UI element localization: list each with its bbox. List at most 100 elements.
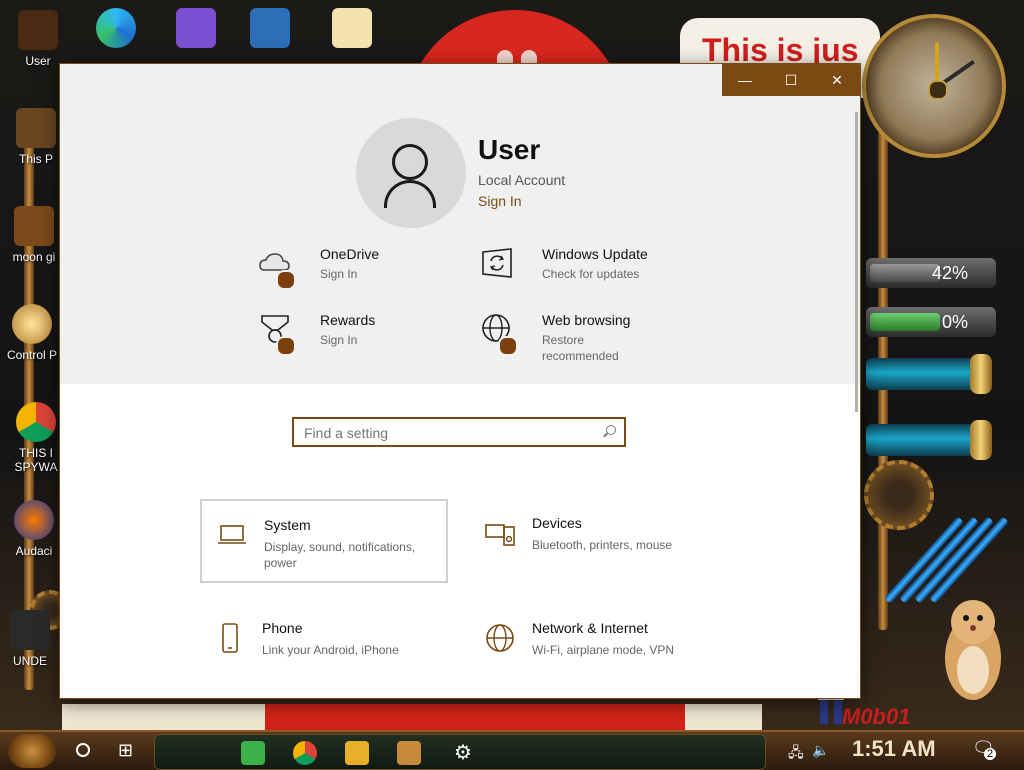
category-subtitle: Link your Android, iPhone bbox=[262, 643, 399, 657]
visual-studio-icon bbox=[176, 8, 216, 48]
notification-center-icon[interactable]: 🗨 2 bbox=[972, 738, 997, 760]
desktop-icon-this-pc[interactable]: This P bbox=[6, 108, 66, 166]
chrome-icon bbox=[16, 402, 56, 442]
desktop-icon-virtualbox[interactable] bbox=[240, 8, 300, 52]
category-title: Network & Internet bbox=[532, 620, 648, 636]
quick-link-subtitle: Sign In bbox=[320, 333, 358, 347]
desktop-icon-label: This P bbox=[18, 152, 53, 166]
search-circle-button[interactable] bbox=[76, 743, 90, 757]
settings-gear-icon[interactable]: ⚙ bbox=[451, 741, 475, 765]
edge-icon bbox=[96, 8, 136, 48]
desktop-icon-user[interactable]: User bbox=[8, 10, 68, 68]
cpu-meter: 42% bbox=[866, 258, 996, 288]
desktop-icon-edge[interactable] bbox=[86, 8, 146, 52]
start-button[interactable] bbox=[8, 734, 56, 768]
meter-fill bbox=[870, 313, 940, 331]
volume-muted-icon[interactable]: 🔈 bbox=[812, 742, 829, 759]
desktop-icon-label: Control P bbox=[6, 348, 58, 362]
desktop-icon-label: moon gi bbox=[12, 250, 56, 264]
search-icon[interactable] bbox=[606, 425, 616, 435]
phone-icon bbox=[222, 623, 238, 653]
desktop-icon-audacity[interactable]: Audaci bbox=[4, 500, 64, 558]
category-devices[interactable]: Devices Bluetooth, printers, mouse bbox=[470, 499, 718, 583]
wallpaper-red-strip bbox=[265, 704, 685, 730]
quick-link-title: Rewards bbox=[320, 312, 376, 328]
status-badge bbox=[276, 336, 296, 356]
file-explorer-icon[interactable] bbox=[345, 741, 369, 765]
desktop-icon-moon[interactable]: moon gi bbox=[4, 206, 64, 264]
clock-gadget bbox=[862, 14, 1006, 158]
tube-gauge bbox=[866, 354, 992, 394]
category-subtitle: Bluetooth, printers, mouse bbox=[532, 538, 673, 552]
meter-fill bbox=[870, 264, 940, 282]
quick-link-title: Web browsing bbox=[542, 312, 631, 328]
maximize-button[interactable]: ☐ bbox=[768, 64, 814, 96]
meter-percent: 42% bbox=[931, 263, 968, 283]
audacity-icon bbox=[14, 500, 54, 540]
pinned-apps-bar: ⚙ bbox=[154, 734, 766, 770]
desktop-icon-label: UNDE bbox=[12, 654, 47, 668]
category-title: Phone bbox=[262, 620, 303, 636]
hxd-icon bbox=[332, 8, 372, 48]
scrollbar[interactable] bbox=[855, 112, 858, 412]
moon-icon bbox=[14, 206, 54, 246]
network-globe-icon bbox=[486, 624, 514, 652]
desktop-icon-visual-studio[interactable] bbox=[166, 8, 226, 52]
account-name: User bbox=[478, 134, 541, 165]
network-tray-icon[interactable]: 🖧 bbox=[788, 742, 804, 766]
title-bar-controls: — ☐ ✕ bbox=[722, 64, 860, 96]
chrome-taskbar-icon[interactable] bbox=[293, 741, 317, 765]
desktop-icon-control-panel[interactable]: Control P bbox=[2, 304, 62, 362]
laptop-icon bbox=[218, 525, 246, 544]
desktop-icon-undertale[interactable]: UNDE bbox=[0, 610, 60, 668]
quick-link-subtitle: Restore recommended bbox=[542, 333, 619, 363]
clock-center-pin bbox=[928, 80, 948, 100]
quick-link-subtitle: Sign In bbox=[320, 267, 358, 281]
taskbar: ⊞ ⚙ 🖧 🔈 1:51 AM 🗨 2 bbox=[0, 730, 1024, 770]
brand-text: M0b01 bbox=[842, 704, 911, 729]
category-subtitle: Display, sound, notifications, power bbox=[264, 540, 416, 570]
settings-window: — ☐ ✕ User Local Account Sign In OneDriv… bbox=[60, 64, 860, 698]
minimize-button[interactable]: — bbox=[722, 64, 768, 96]
person-icon-body bbox=[384, 180, 436, 208]
category-system[interactable]: System Display, sound, notifications, po… bbox=[200, 499, 448, 583]
sign-in-link[interactable]: Sign In bbox=[478, 193, 522, 209]
computer-icon bbox=[16, 108, 56, 148]
avatar[interactable] bbox=[356, 118, 466, 228]
category-subtitle: Wi-Fi, airplane mode, VPN bbox=[532, 643, 675, 657]
tube-cap bbox=[970, 420, 992, 460]
keyboard-icon bbox=[485, 524, 515, 546]
category-phone[interactable]: Phone Link your Android, iPhone bbox=[200, 604, 448, 688]
quick-link-subtitle: Check for updates bbox=[542, 267, 640, 281]
lightbulb-icon bbox=[12, 304, 52, 344]
desktop-icon-chrome[interactable]: THIS I SPYWA bbox=[6, 402, 66, 474]
quick-link-windows-update[interactable]: Windows Update Check for updates bbox=[480, 246, 690, 294]
tube-cap bbox=[970, 354, 992, 394]
app-taskbar-icon[interactable] bbox=[397, 741, 421, 765]
status-badge bbox=[498, 336, 518, 356]
quick-link-web-browsing[interactable]: Web browsing Restore recommended bbox=[480, 312, 690, 363]
user-folder-icon bbox=[18, 10, 58, 50]
category-title: System bbox=[264, 517, 311, 533]
search-input[interactable] bbox=[302, 423, 596, 443]
status-badge bbox=[276, 270, 296, 290]
quick-link-onedrive[interactable]: OneDrive Sign In bbox=[258, 246, 468, 294]
person-icon bbox=[392, 144, 428, 180]
category-title: Devices bbox=[532, 515, 582, 531]
search-box[interactable] bbox=[292, 417, 626, 447]
account-type: Local Account bbox=[478, 172, 566, 188]
windows-update-icon bbox=[482, 248, 512, 278]
desktop-icon-label: THIS I SPYWA bbox=[14, 446, 58, 474]
notification-count-badge: 2 bbox=[984, 748, 997, 760]
virtualbox-icon bbox=[250, 8, 290, 48]
category-network[interactable]: Network & Internet Wi-Fi, airplane mode,… bbox=[470, 604, 718, 688]
tube-gauge bbox=[866, 420, 992, 460]
desktop-icon-hxd[interactable] bbox=[322, 8, 382, 52]
taskbar-clock[interactable]: 1:51 AM bbox=[852, 736, 936, 762]
quick-link-rewards[interactable]: Rewards Sign In bbox=[258, 312, 468, 360]
sticky-notes-icon[interactable] bbox=[241, 741, 265, 765]
memory-meter: 0% bbox=[866, 307, 996, 337]
quick-link-title: OneDrive bbox=[320, 246, 380, 262]
close-button[interactable]: ✕ bbox=[814, 64, 860, 96]
task-view-button[interactable]: ⊞ bbox=[118, 740, 133, 761]
